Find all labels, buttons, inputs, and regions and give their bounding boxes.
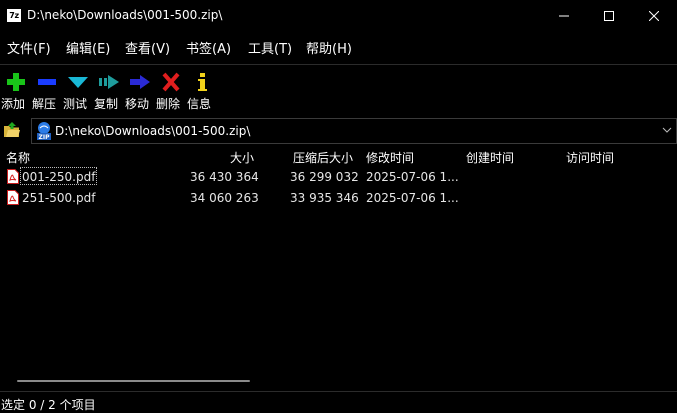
info-icon: [198, 73, 207, 91]
extract-label: 解压: [32, 97, 57, 111]
file-modified: 2025-07-06 1...: [366, 191, 459, 205]
menu-bookmarks[interactable]: 书签(A): [186, 38, 231, 57]
pdf-file-icon: [7, 169, 19, 184]
title-bar[interactable]: 7z D:\neko\Downloads\001-500.zip\: [0, 0, 677, 32]
minimize-button[interactable]: [541, 0, 587, 32]
file-name: 251-500.pdf: [22, 191, 96, 205]
status-divider: [0, 391, 677, 392]
delete-button[interactable]: 删除: [156, 70, 186, 112]
file-size: 34 060 263: [190, 191, 259, 205]
file-row[interactable]: 251-500.pdf 34 060 263 33 935 346 2025-0…: [0, 188, 677, 208]
close-icon: [649, 11, 659, 21]
file-size: 36 430 364: [190, 170, 259, 184]
move-arrow-icon: [130, 75, 150, 89]
column-header-created[interactable]: 创建时间: [466, 149, 514, 166]
horizontal-scrollbar[interactable]: [17, 380, 250, 382]
pdf-file-icon: [7, 190, 19, 205]
app-window: 7z D:\neko\Downloads\001-500.zip\ 文件(F) …: [0, 0, 677, 413]
column-header-accessed[interactable]: 访问时间: [566, 149, 614, 166]
file-packed-size: 33 935 346: [290, 191, 359, 205]
app-logo-icon: 7z: [7, 9, 21, 22]
menu-file[interactable]: 文件(F): [7, 38, 51, 57]
move-button[interactable]: 移动: [125, 70, 155, 112]
maximize-button[interactable]: [586, 0, 632, 32]
menu-view[interactable]: 查看(V): [125, 38, 170, 57]
info-label: 信息: [187, 97, 212, 111]
address-bar[interactable]: ZIP D:\neko\Downloads\001-500.zip\: [31, 118, 677, 144]
delete-x-icon: [162, 72, 180, 92]
add-label: 添加: [1, 97, 26, 111]
column-header-packed-size[interactable]: 压缩后大小: [293, 149, 353, 166]
menu-help[interactable]: 帮助(H): [306, 38, 352, 57]
copy-label: 复制: [94, 97, 119, 111]
file-modified: 2025-07-06 1...: [366, 170, 459, 184]
file-name: 001-250.pdf: [22, 170, 96, 184]
zip-archive-icon: ZIP: [37, 122, 51, 140]
test-label: 测试: [63, 97, 88, 111]
move-label: 移动: [125, 97, 150, 111]
check-chevron-icon: [68, 77, 88, 88]
address-path: D:\neko\Downloads\001-500.zip\: [55, 124, 251, 138]
window-title: D:\neko\Downloads\001-500.zip\: [27, 8, 223, 22]
delete-label: 删除: [156, 97, 181, 111]
column-header-name[interactable]: 名称: [6, 149, 30, 166]
menu-tools[interactable]: 工具(T): [248, 38, 292, 57]
menu-edit[interactable]: 编辑(E): [66, 38, 110, 57]
menu-divider: [0, 64, 677, 65]
copy-button[interactable]: 复制: [94, 70, 124, 112]
column-header-modified[interactable]: 修改时间: [366, 149, 414, 166]
info-button[interactable]: 信息: [187, 70, 217, 112]
maximize-icon: [604, 11, 614, 21]
column-header-size[interactable]: 大小: [230, 149, 254, 166]
folder-up-icon[interactable]: [3, 122, 21, 138]
copy-arrow-icon: [99, 75, 119, 89]
svg-text:ZIP: ZIP: [39, 134, 51, 140]
add-button[interactable]: 添加: [1, 70, 31, 112]
status-text: 选定 0 / 2 个项目: [1, 398, 96, 412]
chevron-down-icon[interactable]: [662, 125, 672, 135]
close-button[interactable]: [631, 0, 677, 32]
file-packed-size: 36 299 032: [290, 170, 359, 184]
minus-icon: [38, 79, 56, 85]
extract-button[interactable]: 解压: [32, 70, 62, 112]
plus-icon: [7, 73, 25, 91]
file-row[interactable]: 001-250.pdf 36 430 364 36 299 032 2025-0…: [0, 167, 677, 187]
test-button[interactable]: 测试: [63, 70, 93, 112]
minimize-icon: [559, 15, 569, 17]
menu-bar: 文件(F) 编辑(E) 查看(V) 书签(A) 工具(T) 帮助(H): [0, 36, 677, 58]
